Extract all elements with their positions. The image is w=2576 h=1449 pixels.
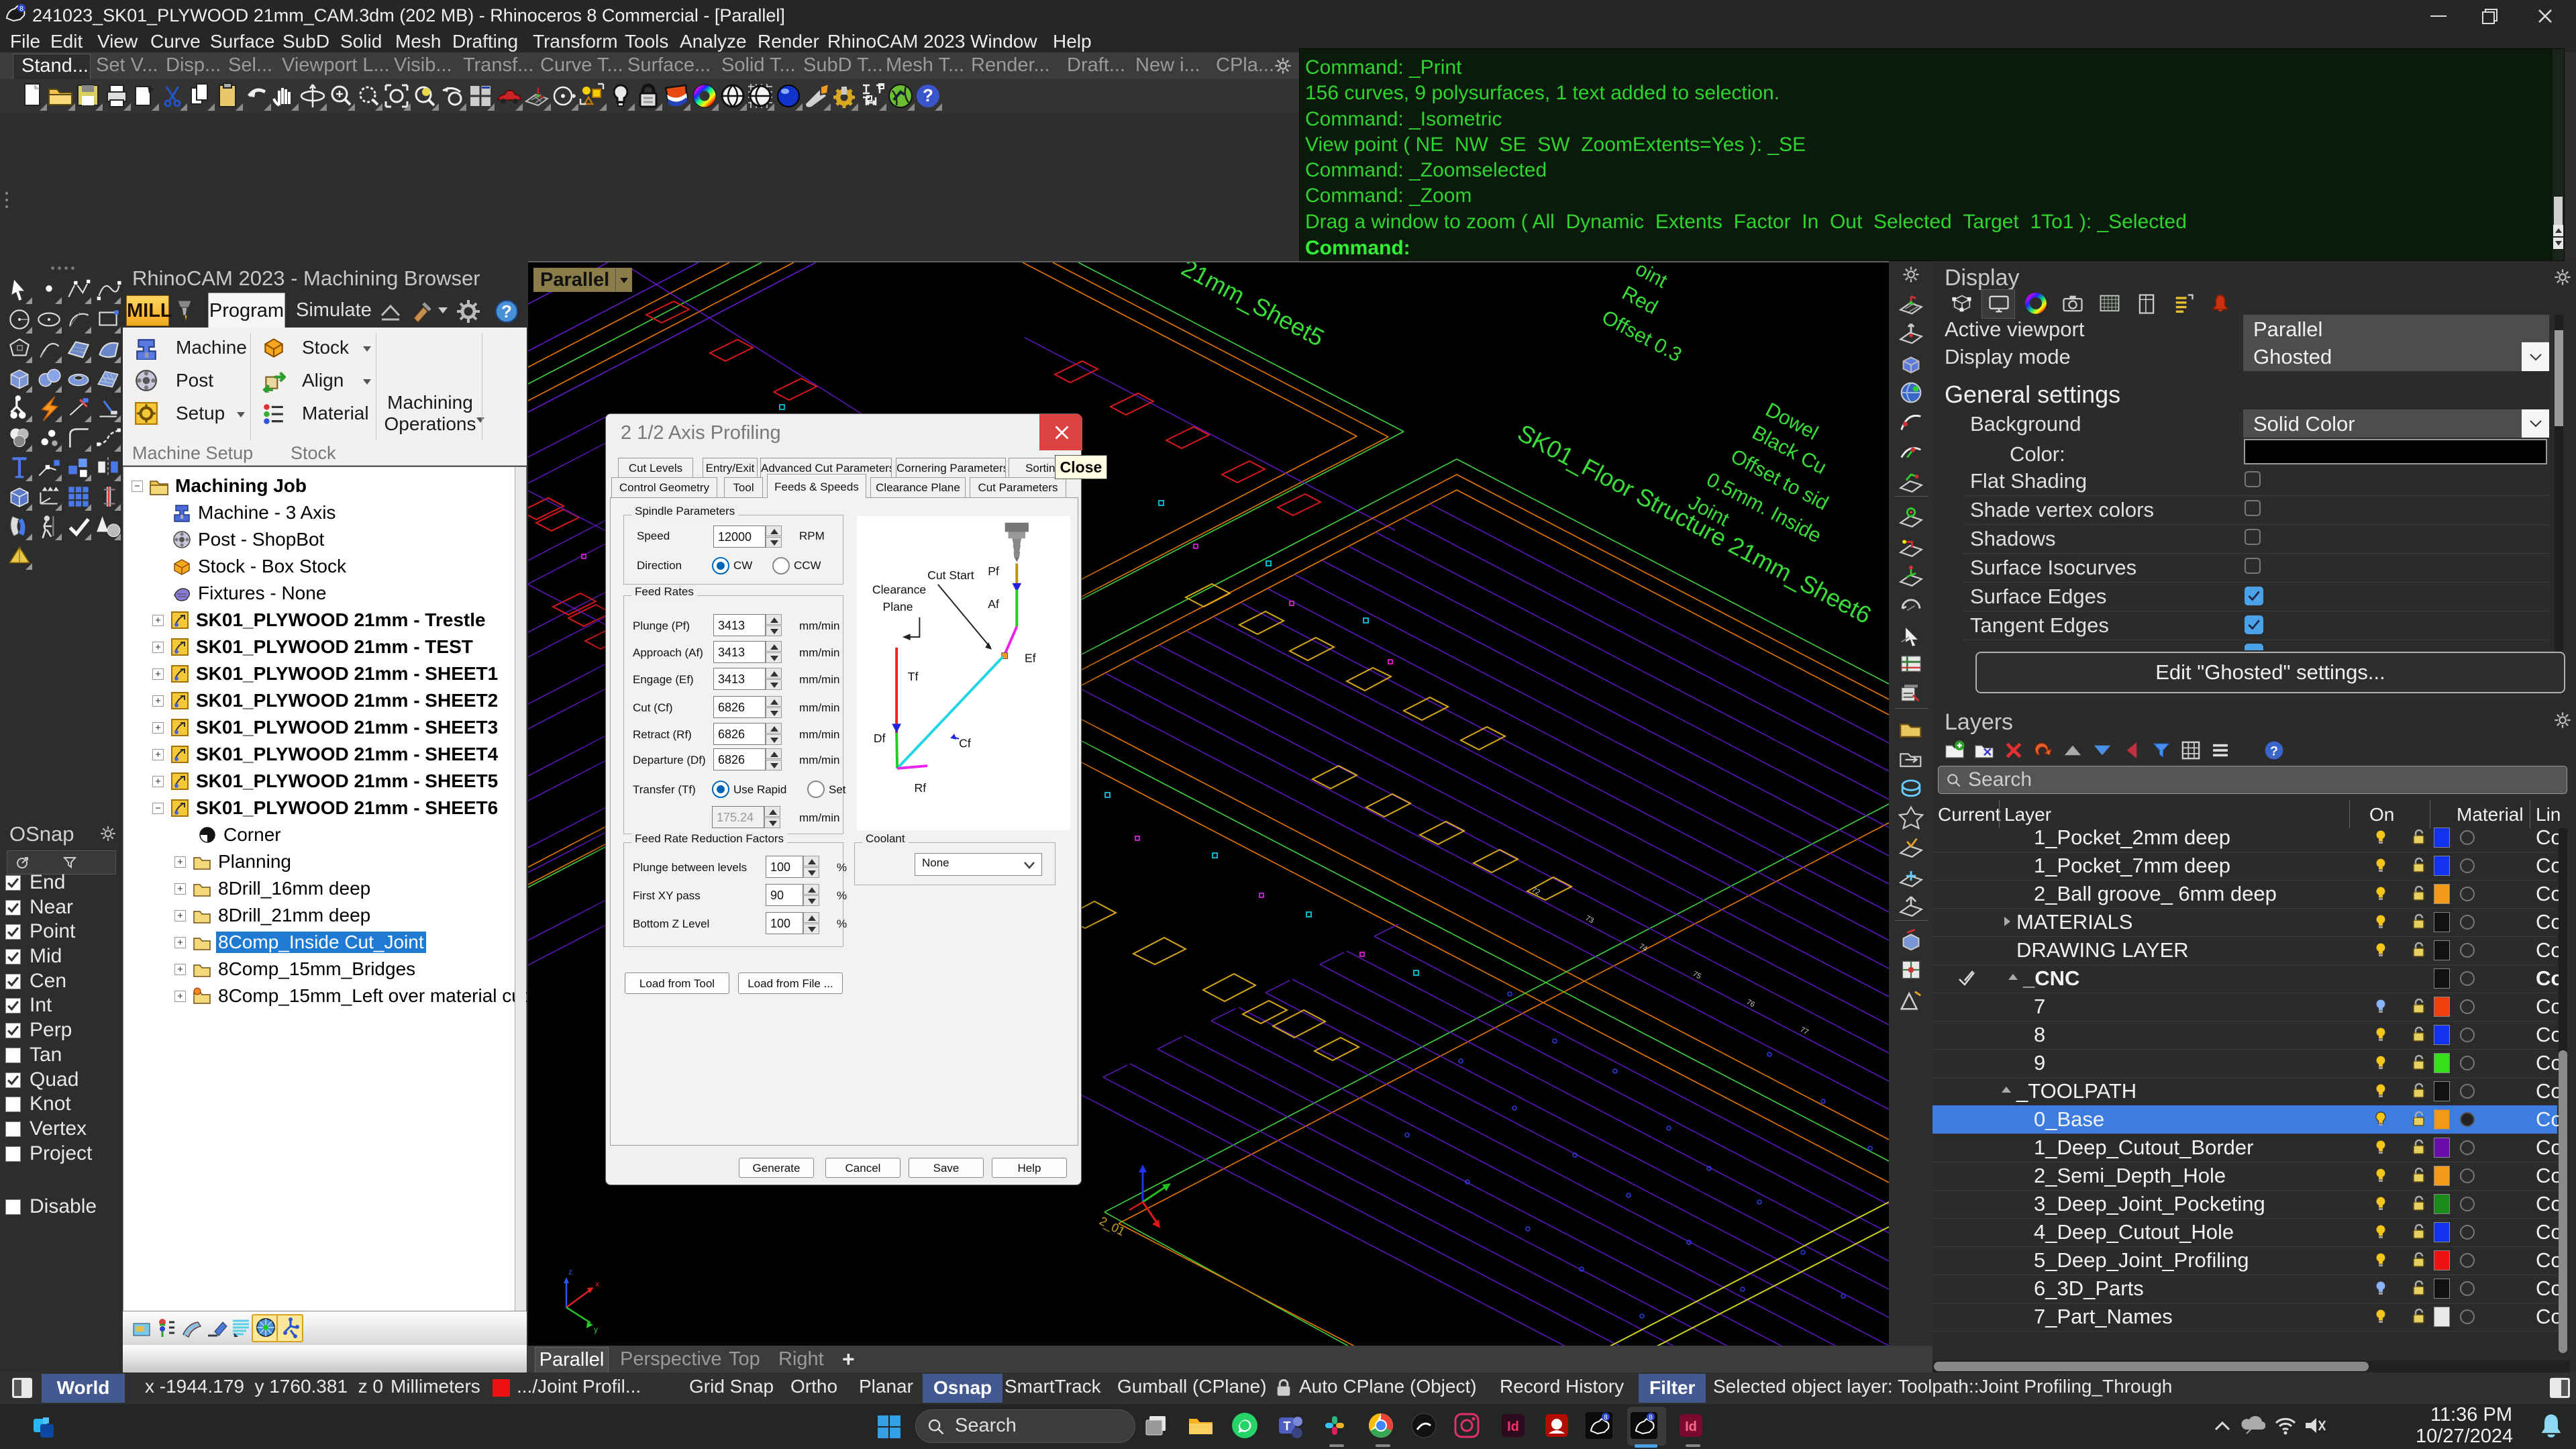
svg-text:8: 8: [19, 5, 23, 13]
svg-text:Clearance: Clearance: [872, 583, 926, 597]
svg-text:?: ?: [501, 301, 512, 321]
svg-text:Tf: Tf: [908, 670, 919, 683]
svg-text:?: ?: [923, 85, 933, 105]
svg-text:y: y: [594, 1325, 598, 1334]
svg-text:Offset 0.3: Offset 0.3: [1598, 306, 1686, 366]
svg-text:Af: Af: [988, 597, 999, 611]
svg-text:Id: Id: [1685, 1419, 1697, 1434]
svg-text:Pf: Pf: [988, 564, 999, 578]
svg-text:z: z: [568, 1267, 572, 1277]
svg-text:Df: Df: [874, 732, 886, 745]
svg-text:?: ?: [2270, 744, 2278, 758]
svg-text:T: T: [1284, 1419, 1291, 1433]
svg-text:8: 8: [1604, 1414, 1608, 1421]
svg-text:Ef: Ef: [1025, 651, 1036, 664]
svg-text:Id: Id: [1507, 1419, 1519, 1434]
svg-text:2_01: 2_01: [1097, 1214, 1127, 1239]
svg-text:Rf: Rf: [915, 781, 927, 795]
svg-text:SK01_Floor Structure 21mm_Shee: SK01_Floor Structure 21mm_Sheet6: [1513, 419, 1875, 629]
svg-text:21mm_Sheet5: 21mm_Sheet5: [1177, 262, 1329, 352]
svg-text:Cf: Cf: [959, 737, 971, 750]
svg-text:x: x: [595, 1279, 599, 1289]
svg-text:Cut Start: Cut Start: [927, 568, 974, 582]
svg-text:8: 8: [1649, 1414, 1653, 1421]
svg-text:Plane: Plane: [883, 600, 913, 613]
